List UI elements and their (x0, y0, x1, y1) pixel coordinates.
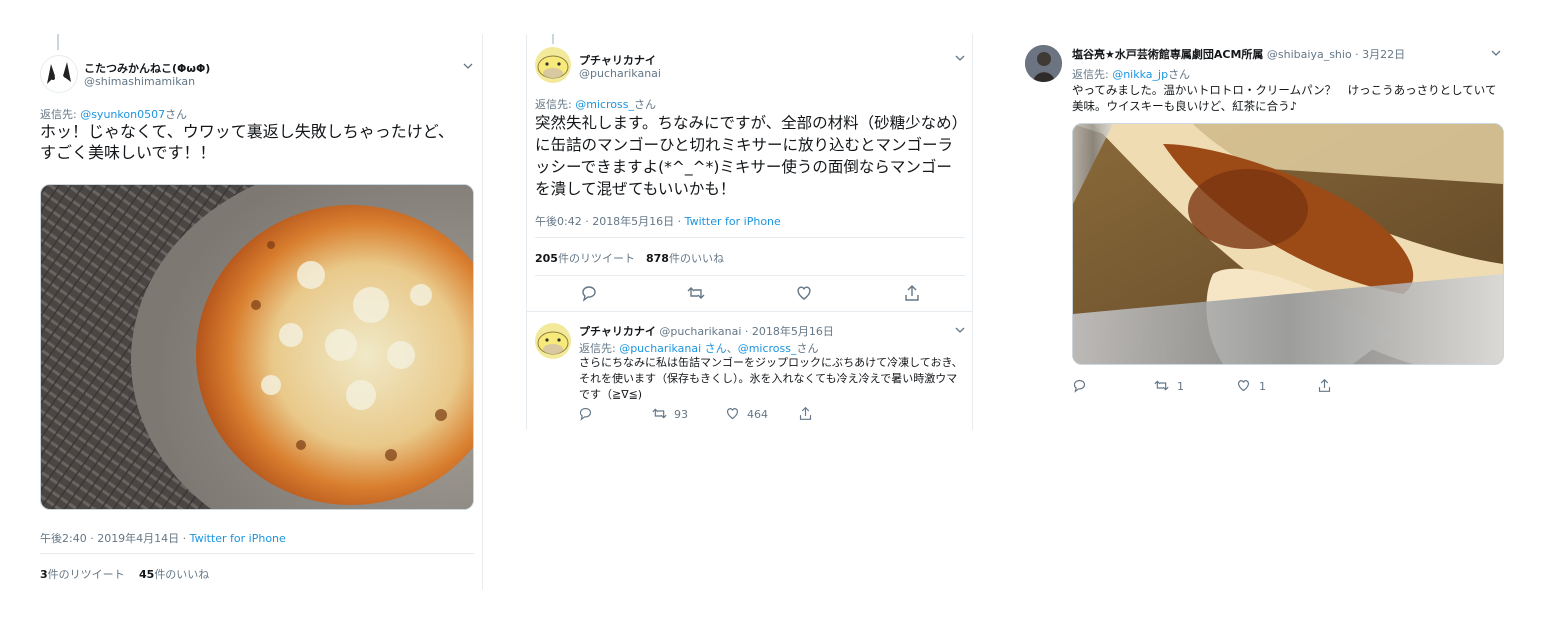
chevron-down-icon[interactable] (955, 325, 965, 335)
reply-to-link-2[interactable]: @micross_ (738, 342, 797, 355)
like-count: 878 (646, 252, 669, 265)
avatar[interactable] (40, 55, 78, 93)
retweet-icon[interactable] (1154, 378, 1169, 393)
retweet-count: 1 (1177, 380, 1184, 393)
reply-separator: 、 (726, 342, 738, 355)
tweet-text: やってみました。温かいトロトロ・クリームパン？ けっこうあっさりとしていて美味。… (1072, 83, 1497, 113)
share-icon[interactable] (1317, 378, 1332, 393)
reply-prefix: 返信先: (1072, 68, 1113, 81)
chevron-down-icon[interactable] (1491, 48, 1501, 58)
like-label: 件のいいね (154, 568, 210, 581)
divider (535, 237, 965, 238)
column-divider (482, 34, 483, 590)
divider (40, 553, 474, 554)
heart-icon[interactable] (795, 284, 813, 302)
reply-header: プチャリカナイ @pucharikanai · 2018年5月16日 (579, 323, 834, 339)
reply-context: 返信先: @nikka_jpさん (1072, 66, 1190, 82)
share-icon[interactable] (903, 284, 921, 302)
tweet-header: 塩谷亮★水戸芸術館専属劇団ACM所属 @shibaiya_shio · 3月22… (1072, 46, 1405, 62)
thread-line (552, 34, 554, 44)
chevron-down-icon[interactable] (955, 53, 965, 63)
like-count: 45 (139, 568, 155, 581)
tweet-text: ホッ！じゃなくて、ウワッて裏返し失敗しちゃったけど、すごく美味しいです！！ (40, 122, 454, 162)
like-stat[interactable]: 45件のいいね (139, 566, 209, 582)
tweet-timestamp: 午後0:42 · 2018年5月16日 · Twitter for iPhone (535, 213, 781, 229)
reply-to-link[interactable]: @micross_ (575, 98, 634, 111)
tweet-text: さらにちなみに私は缶詰マンゴーをジップロックにぶちあけて冷凍しておき、それを使い… (579, 356, 963, 401)
divider (535, 275, 965, 276)
reply-prefix: 返信先: (535, 98, 576, 111)
like-stat[interactable]: 878件のいいね (646, 250, 724, 266)
retweet-stat[interactable]: 205件のリツイート (535, 250, 635, 266)
source-link[interactable]: Twitter for iPhone (190, 532, 286, 545)
reply-suffix: さん (796, 342, 819, 355)
avatar[interactable] (1025, 45, 1062, 82)
column-border-right (972, 34, 973, 430)
reply-suffix: さん (165, 108, 188, 121)
time-text[interactable]: 午後2:40 · 2019年4月14日 · (40, 532, 190, 545)
like-count: 464 (747, 408, 768, 421)
user-handle[interactable]: @pucharikanai (579, 67, 661, 80)
reply-to-link[interactable]: @nikka_jp (1112, 68, 1168, 81)
reply-context: 返信先: @syunkon0507さん (40, 106, 187, 122)
retweet-count: 93 (674, 408, 688, 421)
retweet-label: 件のリツイート (557, 252, 635, 265)
tweet-photo[interactable] (1072, 123, 1504, 365)
retweet-count: 3 (40, 568, 48, 581)
display-name[interactable]: プチャリカナイ (579, 52, 656, 68)
chevron-down-icon[interactable] (463, 61, 473, 71)
retweet-label: 件のリツイート (47, 568, 125, 581)
user-handle-date[interactable]: @shibaiya_shio · 3月22日 (1267, 48, 1405, 61)
display-name[interactable]: 塩谷亮★水戸芸術館専属劇団ACM所属 (1072, 48, 1263, 61)
reply-suffix: さん (1168, 68, 1191, 81)
tweet-text: 突然失礼します。ちなみにですが、全部の材料（砂糖少なめ）に缶詰のマンゴーひと切れ… (535, 114, 960, 198)
heart-icon[interactable] (725, 406, 740, 421)
avatar[interactable] (535, 323, 571, 359)
reply-prefix: 返信先: (579, 342, 620, 355)
share-icon[interactable] (798, 406, 813, 421)
reply-suffix: さん (634, 98, 656, 111)
display-name[interactable]: プチャリカナイ (579, 325, 656, 338)
retweet-icon[interactable] (687, 284, 705, 302)
reply-context: 返信先: @pucharikanai さん、@micross_さん (579, 340, 818, 356)
reply-icon[interactable] (1072, 378, 1087, 393)
user-handle-date[interactable]: @pucharikanai · 2018年5月16日 (659, 325, 833, 338)
thread-line (57, 34, 59, 50)
reply-icon[interactable] (580, 284, 598, 302)
retweet-stat[interactable]: 3件のリツイート (40, 566, 125, 582)
reply-icon[interactable] (578, 406, 593, 421)
source-link[interactable]: Twitter for iPhone (685, 215, 781, 228)
avatar[interactable] (535, 47, 571, 83)
reply-context: 返信先: @micross_さん (535, 96, 656, 112)
heart-icon[interactable] (1236, 378, 1251, 393)
like-label: 件のいいね (668, 252, 724, 265)
time-text[interactable]: 午後0:42 · 2018年5月16日 · (535, 215, 685, 228)
reply-prefix: 返信先: (40, 108, 81, 121)
reply-to-link[interactable]: @syunkon0507 (80, 108, 165, 121)
retweet-icon[interactable] (652, 406, 667, 421)
divider (526, 311, 972, 312)
display-name[interactable]: こたつみかんねこ(ΦωΦ) (84, 60, 210, 76)
column-border-left (526, 34, 527, 430)
tweet-timestamp: 午後2:40 · 2019年4月14日 · Twitter for iPhone (40, 530, 286, 546)
retweet-count: 205 (535, 252, 558, 265)
reply-to-link-1[interactable]: @pucharikanai さん (619, 342, 726, 355)
user-handle[interactable]: @shimashimamikan (84, 75, 195, 88)
tweet-photo[interactable] (40, 184, 474, 510)
like-count: 1 (1259, 380, 1266, 393)
